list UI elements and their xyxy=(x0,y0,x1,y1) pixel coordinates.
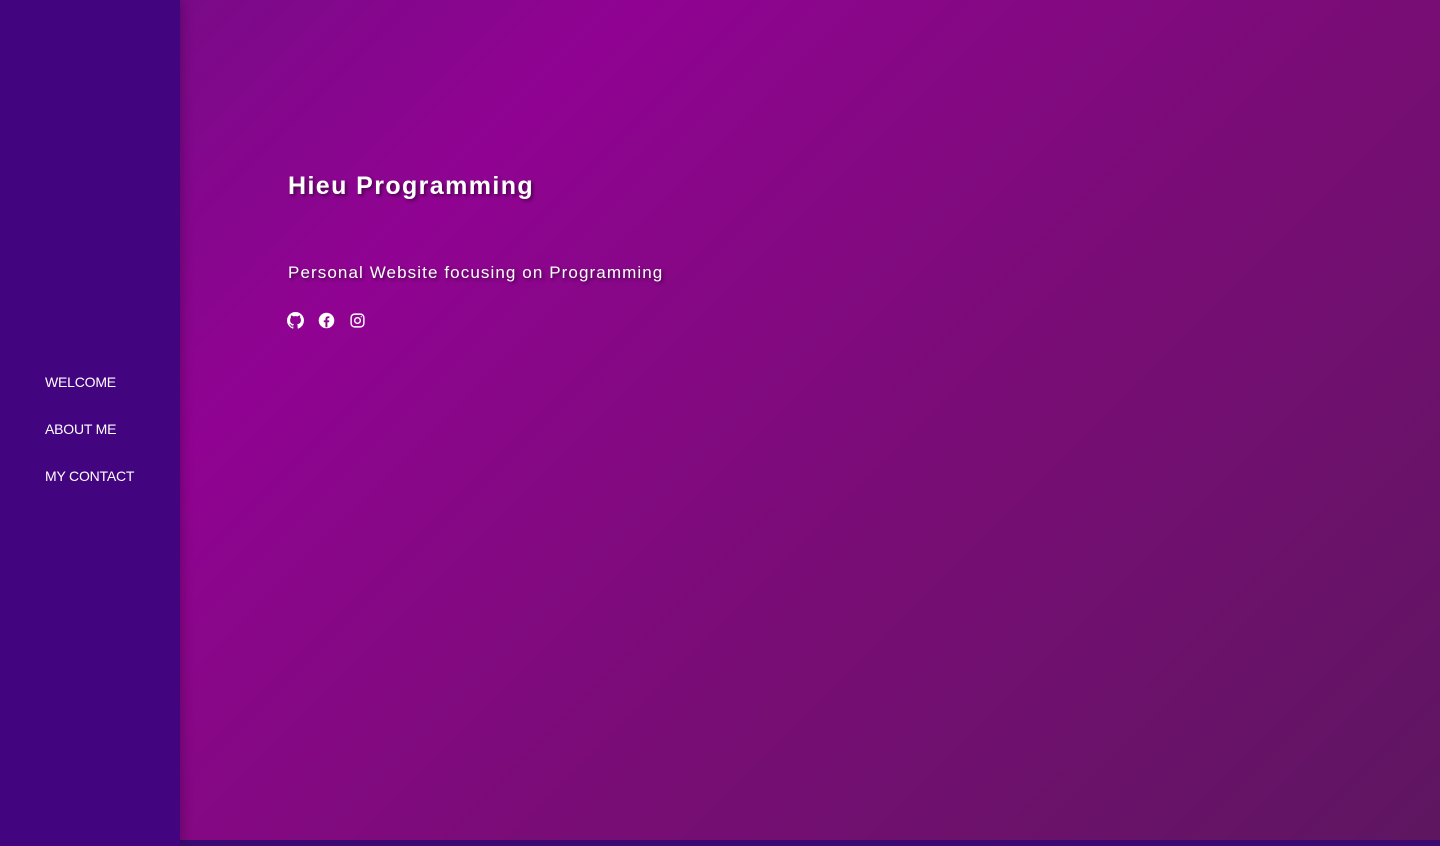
github-icon[interactable] xyxy=(287,312,304,329)
sidebar-item-welcome[interactable]: WELCOME xyxy=(45,372,134,419)
social-links xyxy=(287,312,366,329)
instagram-icon[interactable] xyxy=(349,312,366,329)
sidebar: WELCOME ABOUT ME MY CONTACT xyxy=(0,0,180,846)
sidebar-nav: WELCOME ABOUT ME MY CONTACT xyxy=(45,372,134,513)
facebook-icon[interactable] xyxy=(318,312,335,329)
sidebar-item-about-me[interactable]: ABOUT ME xyxy=(45,419,134,466)
bottom-edge xyxy=(180,840,1440,846)
page-subtitle: Personal Website focusing on Programming xyxy=(288,263,664,282)
hero-section: Hieu Programming Personal Website focusi… xyxy=(180,0,1440,840)
page-title: Hieu Programming xyxy=(288,172,535,200)
sidebar-item-my-contact[interactable]: MY CONTACT xyxy=(45,466,134,513)
